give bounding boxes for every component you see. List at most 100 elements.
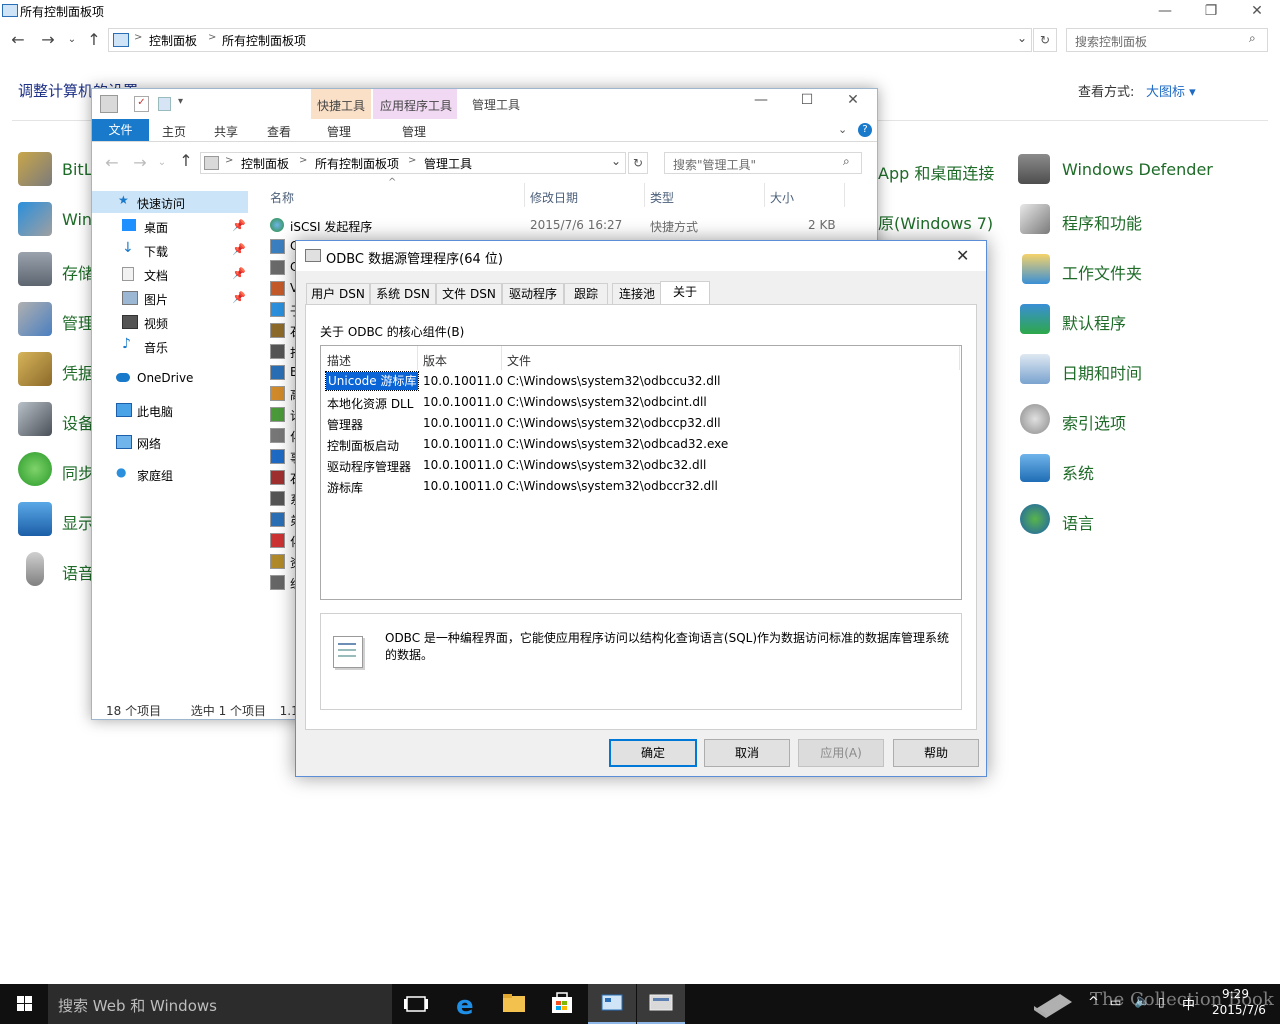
view-by-dropdown[interactable]: 大图标 ▾	[1146, 81, 1196, 100]
help-icon[interactable]: ?	[858, 123, 872, 137]
cp-item-backup[interactable]: 原(Windows 7)	[878, 210, 993, 234]
search-input[interactable]: 搜索控制面板 ⌕	[1066, 28, 1268, 52]
taskbar-search-input[interactable]: 搜索 Web 和 Windows	[48, 984, 392, 1024]
tab-system-dsn[interactable]: 系统 DSN	[370, 283, 436, 304]
column-header-version[interactable]: 版本	[423, 352, 447, 369]
network-tray-icon[interactable]: ▭	[1110, 995, 1121, 1009]
recent-dropdown-icon[interactable]: ⌄	[152, 153, 172, 173]
list-row[interactable]: 控制面板启动 10.0.10011.0 C:\Windows\system32\…	[321, 434, 959, 455]
forward-arrow-icon[interactable]: →	[38, 30, 58, 50]
cancel-button[interactable]: 取消	[704, 739, 790, 767]
tab-about[interactable]: 关于	[660, 281, 710, 305]
file-row[interactable]: 子	[268, 299, 302, 319]
new-folder-icon[interactable]	[158, 97, 171, 111]
tab-user-dsn[interactable]: 用户 DSN	[306, 283, 370, 304]
nav-network[interactable]: 网络	[92, 431, 248, 453]
pin-icon[interactable]: 📌	[232, 243, 246, 256]
forward-arrow-icon[interactable]: →	[130, 153, 150, 173]
edge-button[interactable]: e	[442, 984, 490, 1024]
tab-tracing[interactable]: 跟踪	[564, 283, 608, 304]
search-icon[interactable]: ⌕	[843, 154, 850, 169]
cp-item-remoteapp[interactable]: App 和桌面连接	[878, 160, 994, 184]
file-row[interactable]: 资	[268, 551, 302, 571]
file-row[interactable]: V	[268, 278, 298, 298]
clock-time[interactable]: 9:29	[1222, 987, 1249, 1001]
refresh-icon[interactable]: ↻	[1033, 28, 1057, 52]
list-row[interactable]: 游标库 10.0.10011.0 C:\Windows\system32\odb…	[321, 476, 959, 497]
nav-desktop[interactable]: 桌面 📌	[92, 215, 248, 237]
file-row[interactable]: 弟	[268, 509, 302, 529]
file-row[interactable]: C	[268, 257, 298, 277]
column-divider[interactable]	[644, 183, 645, 207]
minimize-button[interactable]: —	[1142, 0, 1188, 22]
ribbon-file-tab[interactable]: 文件	[92, 119, 149, 141]
ribbon-tab-manage-app[interactable]: 管理	[402, 123, 426, 140]
nav-music[interactable]: ♪ 音乐	[92, 335, 248, 357]
column-divider[interactable]	[524, 183, 525, 207]
file-row[interactable]: 事	[268, 446, 302, 466]
up-arrow-icon[interactable]: ↑	[176, 151, 196, 171]
file-row[interactable]: C	[268, 236, 298, 256]
volume-icon[interactable]: 🔈	[1134, 994, 1150, 1009]
file-explorer-button[interactable]	[490, 984, 538, 1024]
column-divider[interactable]	[417, 346, 418, 370]
list-row[interactable]: Unicode 游标库 10.0.10011.0 C:\Windows\syst…	[321, 371, 959, 392]
odbc-taskbar-button[interactable]	[637, 984, 685, 1024]
restore-button[interactable]: ❐	[1188, 0, 1234, 22]
file-row[interactable]: B	[268, 362, 298, 382]
file-row[interactable]: 化	[268, 530, 302, 550]
ribbon-tab-share[interactable]: 共享	[214, 123, 238, 140]
close-button[interactable]: ✕	[1234, 0, 1280, 22]
tab-drivers[interactable]: 驱动程序	[502, 283, 564, 304]
help-button[interactable]: 帮助	[893, 739, 979, 767]
start-button[interactable]	[0, 984, 48, 1024]
column-divider[interactable]	[844, 183, 845, 207]
chevron-down-icon[interactable]: ⌄	[838, 123, 847, 136]
components-list[interactable]: 描述 版本 文件 Unicode 游标库 10.0.10011.0 C:\Win…	[320, 345, 962, 600]
breadcrumb-item[interactable]: 控制面板	[241, 155, 289, 172]
address-bar[interactable]: > 控制面板 > 所有控制面板项 ⌄	[108, 28, 1032, 52]
nav-quick-access[interactable]: ★ 快速访问	[92, 191, 248, 213]
back-arrow-icon[interactable]: ←	[8, 30, 28, 50]
up-arrow-icon[interactable]: ↑	[84, 30, 104, 50]
nav-videos[interactable]: 视频	[92, 311, 248, 333]
column-header-file[interactable]: 文件	[507, 352, 531, 369]
nav-documents[interactable]: 文档 📌	[92, 263, 248, 285]
column-divider[interactable]	[501, 346, 502, 370]
back-arrow-icon[interactable]: ←	[102, 153, 122, 173]
input-method-icon[interactable]: 中	[1182, 994, 1195, 1013]
list-row[interactable]: 管理器 10.0.10011.0 C:\Windows\system32\odb…	[321, 413, 959, 434]
list-row[interactable]: 驱动程序管理器 10.0.10011.0 C:\Windows\system32…	[321, 455, 959, 476]
control-panel-taskbar-button[interactable]	[588, 984, 636, 1024]
breadcrumb-item[interactable]: 控制面板	[149, 32, 197, 49]
tab-connection-pooling[interactable]: 连接池	[612, 283, 662, 304]
recent-dropdown-icon[interactable]: ⌄	[62, 30, 82, 50]
column-divider[interactable]	[764, 183, 765, 207]
chevron-down-icon[interactable]: ⌄	[611, 154, 621, 168]
breadcrumb-item[interactable]: 管理工具	[424, 155, 472, 172]
address-bar[interactable]: > 控制面板 > 所有控制面板项 > 管理工具 ⌄	[200, 152, 626, 174]
chevron-down-icon[interactable]: ⌄	[1017, 31, 1027, 45]
column-header-type[interactable]: 类型	[650, 189, 674, 206]
ribbon-tab-home[interactable]: 主页	[162, 123, 186, 140]
nav-homegroup[interactable]: ● 家庭组	[92, 463, 248, 485]
search-icon[interactable]: ⌕	[1249, 31, 1256, 46]
breadcrumb-item[interactable]: 所有控制面板项	[222, 32, 306, 49]
ok-button[interactable]: 确定	[609, 739, 697, 767]
apply-button[interactable]: 应用(A)	[798, 739, 884, 767]
column-header-size[interactable]: 大小	[770, 189, 794, 206]
ribbon-tab-view[interactable]: 查看	[267, 123, 291, 140]
task-view-button[interactable]	[392, 984, 440, 1024]
file-row[interactable]: 石	[268, 467, 302, 487]
list-row[interactable]: 本地化资源 DLL 10.0.10011.0 C:\Windows\system…	[321, 392, 959, 413]
file-row[interactable]: 化	[268, 425, 302, 445]
close-button[interactable]: ✕	[830, 89, 876, 111]
properties-icon[interactable]: ✓	[134, 96, 149, 112]
action-center-icon[interactable]: ▯	[1158, 995, 1165, 1009]
column-divider[interactable]	[959, 346, 960, 370]
nav-this-pc[interactable]: 此电脑	[92, 399, 248, 421]
column-header-desc[interactable]: 描述	[327, 352, 351, 369]
nav-pictures[interactable]: 图片 📌	[92, 287, 248, 309]
quick-access-dropdown-icon[interactable]: ▾	[178, 96, 183, 107]
pin-icon[interactable]: 📌	[232, 267, 246, 280]
